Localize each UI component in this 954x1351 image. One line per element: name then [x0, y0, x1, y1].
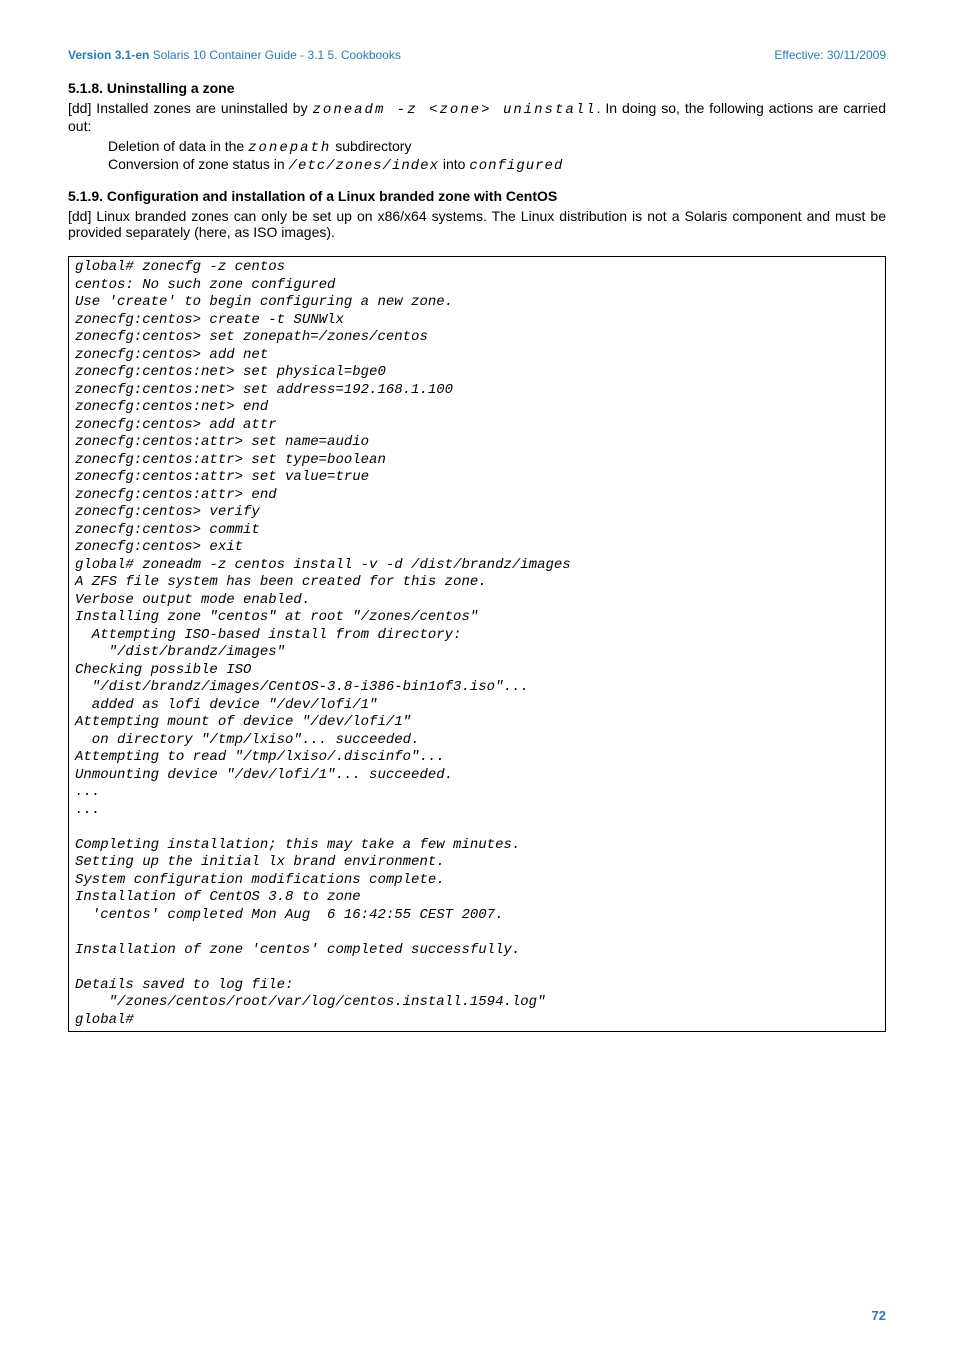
bullet2-code1: /etc/zones/index [289, 158, 439, 174]
header-effective-date: Effective: 30/11/2009 [774, 48, 886, 62]
section-518-intro: [dd] Installed zones are uninstalled by … [68, 100, 886, 134]
section-519-intro: [dd] Linux branded zones can only be set… [68, 208, 886, 240]
section-518-heading: 5.1.8. Uninstalling a zone [68, 80, 886, 96]
bullet-1: Deletion of data in the zonepath subdire… [108, 138, 886, 156]
section-518-bullets: Deletion of data in the zonepath subdire… [68, 138, 886, 174]
header-left: Version 3.1-en Solaris 10 Container Guid… [68, 48, 401, 62]
section-519-heading: 5.1.9. Configuration and installation of… [68, 188, 886, 204]
bullet2-mid: into [439, 156, 469, 172]
intro-prefix: [dd] Installed zones are uninstalled by [68, 100, 313, 116]
bullet-2: Conversion of zone status in /etc/zones/… [108, 156, 886, 174]
code-block: global# zonecfg -z centos centos: No suc… [68, 256, 886, 1032]
intro-code: zoneadm -z <zone> uninstall [313, 102, 597, 118]
bullet1-code: zonepath [248, 140, 331, 156]
bullet1-suffix: subdirectory [331, 138, 411, 154]
header-version: Version 3.1-en [68, 48, 149, 62]
page-header: Version 3.1-en Solaris 10 Container Guid… [68, 48, 886, 62]
header-title-suffix: Solaris 10 Container Guide - 3.1 5. Cook… [149, 48, 400, 62]
document-page: Version 3.1-en Solaris 10 Container Guid… [0, 0, 954, 1351]
bullet1-prefix: Deletion of data in the [108, 138, 248, 154]
bullet2-prefix: Conversion of zone status in [108, 156, 289, 172]
page-number: 72 [872, 1308, 886, 1323]
bullet2-code2: configured [469, 158, 563, 174]
